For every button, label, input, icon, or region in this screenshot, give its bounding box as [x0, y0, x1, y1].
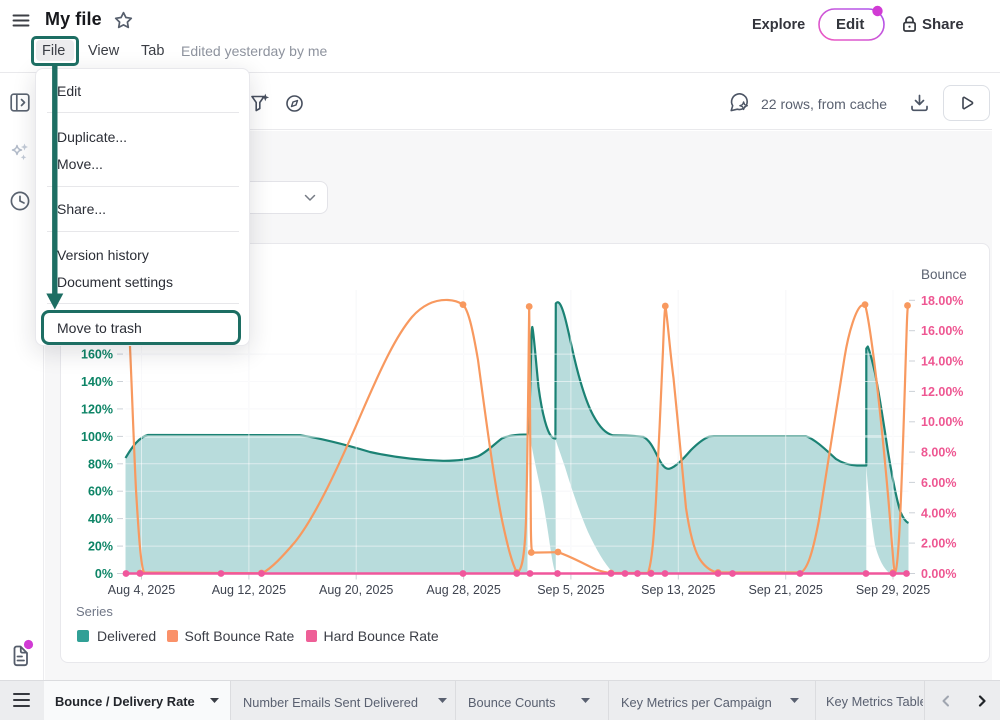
svg-text:140%: 140% [81, 375, 113, 389]
svg-text:16.00%: 16.00% [921, 324, 963, 338]
svg-text:14.00%: 14.00% [921, 355, 963, 369]
svg-text:Sep 29, 2025: Sep 29, 2025 [856, 583, 930, 597]
svg-text:4.00%: 4.00% [921, 506, 956, 520]
svg-text:Aug 28, 2025: Aug 28, 2025 [426, 583, 500, 597]
svg-text:20%: 20% [88, 540, 113, 554]
svg-text:40%: 40% [88, 512, 113, 526]
svg-text:Aug 20, 2025: Aug 20, 2025 [319, 583, 393, 597]
svg-text:0%: 0% [95, 567, 113, 581]
svg-text:Sep 5, 2025: Sep 5, 2025 [537, 583, 604, 597]
svg-text:120%: 120% [81, 402, 113, 416]
svg-text:Sep 13, 2025: Sep 13, 2025 [641, 583, 715, 597]
svg-text:10.00%: 10.00% [921, 415, 963, 429]
svg-text:Aug 4, 2025: Aug 4, 2025 [108, 583, 175, 597]
svg-text:18.00%: 18.00% [921, 294, 963, 308]
svg-text:Aug 12, 2025: Aug 12, 2025 [212, 583, 286, 597]
svg-text:12.00%: 12.00% [921, 385, 963, 399]
svg-text:Sep 21, 2025: Sep 21, 2025 [749, 583, 823, 597]
svg-text:2.00%: 2.00% [921, 537, 956, 551]
svg-text:80%: 80% [88, 457, 113, 471]
svg-text:60%: 60% [88, 485, 113, 499]
svg-text:160%: 160% [81, 348, 113, 362]
svg-text:6.00%: 6.00% [921, 476, 956, 490]
svg-text:100%: 100% [81, 430, 113, 444]
svg-text:0.00%: 0.00% [921, 567, 956, 581]
svg-text:8.00%: 8.00% [921, 446, 956, 460]
